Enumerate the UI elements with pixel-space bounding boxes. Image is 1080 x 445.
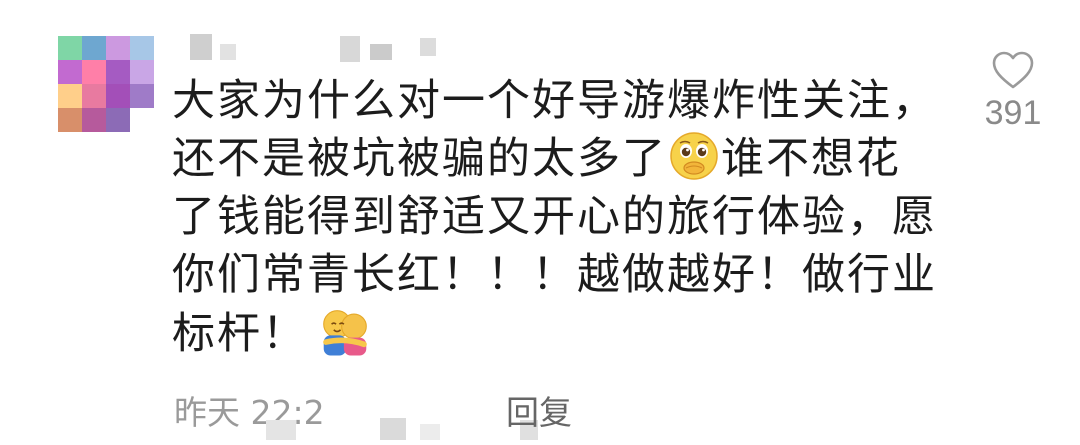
comment-time: 昨天 22:2: [174, 393, 325, 432]
location-blurred: [324, 390, 644, 432]
comment-item: 大家为什么对一个好导游爆炸性关注， 还不是被坑被骗的太多了 谁不想花 了钱能得到…: [0, 0, 1080, 445]
comment-line-part: 还不是被坑被骗的太多了: [172, 134, 667, 184]
blur-block: [220, 44, 236, 60]
avatar-pixel: [82, 60, 106, 84]
comment-line-part: 标杆！: [172, 309, 307, 359]
avatar-pixel: [130, 108, 154, 132]
reply-button[interactable]: 回复: [506, 386, 572, 434]
avatar-pixel: [106, 36, 130, 60]
avatar[interactable]: [58, 36, 154, 132]
avatar-pixel: [58, 108, 82, 132]
avatar-pixel: [106, 60, 130, 84]
avatar-pixel: [106, 84, 130, 108]
avatar-pixel: [58, 84, 82, 108]
blur-block: [380, 418, 406, 440]
avatar-pixel: [58, 60, 82, 84]
blur-block: [370, 44, 392, 60]
like-count: 391: [984, 94, 1042, 132]
username-blurred[interactable]: [190, 34, 450, 64]
comment-line: 你们常青长红！！！越做越好！做行业: [172, 250, 937, 300]
comment-text: 大家为什么对一个好导游爆炸性关注， 还不是被坑被骗的太多了 谁不想花 了钱能得到…: [172, 72, 952, 363]
comment-line: 了钱能得到舒适又开心的旅行体验，愿: [172, 192, 937, 242]
pleading-face-icon: [670, 132, 718, 180]
comment-line: 标杆！: [172, 304, 952, 363]
avatar-pixel: [130, 84, 154, 108]
like-button[interactable]: 391: [978, 50, 1048, 133]
comment-line: 还不是被坑被骗的太多了 谁不想花: [172, 130, 952, 188]
avatar-pixel: [82, 84, 106, 108]
people-hugging-icon: [323, 310, 367, 356]
blur-block: [190, 34, 212, 60]
heart-outline-icon: [992, 51, 1034, 89]
blur-block: [420, 424, 440, 440]
avatar-pixel: [82, 36, 106, 60]
blur-block: [266, 420, 296, 440]
comment-line-part: 谁不想花: [721, 134, 901, 184]
blur-block: [340, 36, 360, 62]
avatar-pixel: [130, 36, 154, 60]
comment-line: 大家为什么对一个好导游爆炸性关注，: [172, 76, 937, 126]
avatar-pixel: [58, 36, 82, 60]
avatar-pixel: [106, 108, 130, 132]
blur-block: [420, 38, 436, 56]
avatar-pixel: [82, 108, 106, 132]
avatar-pixel: [130, 60, 154, 84]
